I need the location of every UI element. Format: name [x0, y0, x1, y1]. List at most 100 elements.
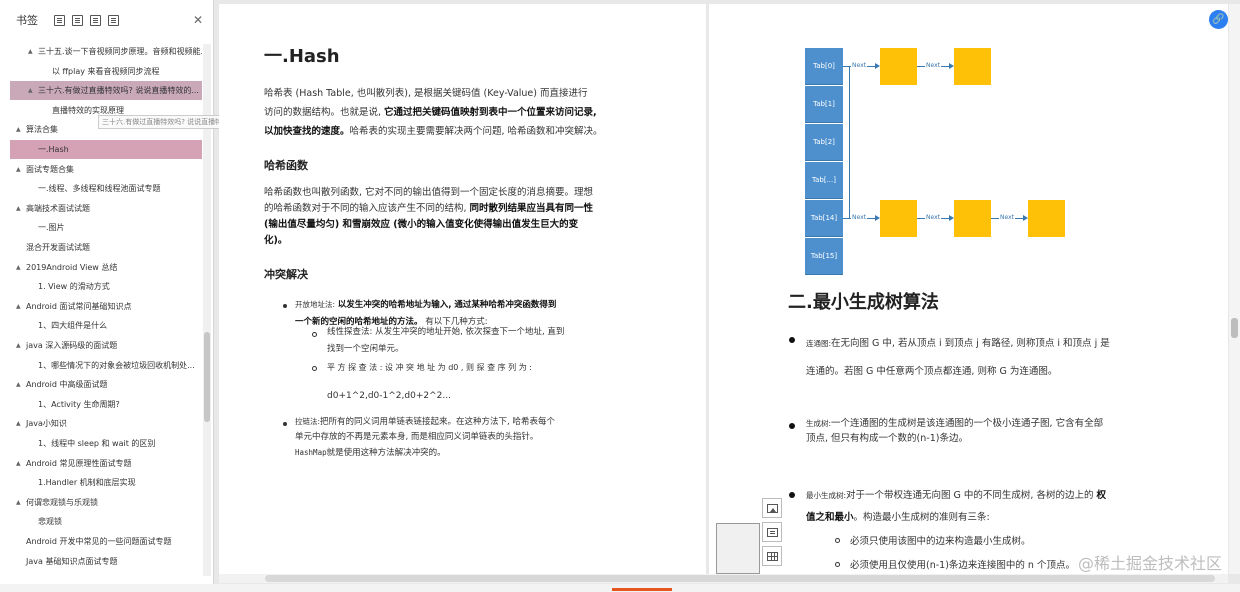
linked-list-node	[954, 48, 991, 85]
bookmark-item[interactable]: 1、哪些情况下的对象会被垃圾回收机制处...	[10, 356, 202, 375]
bookmark-item[interactable]: ▲ java 深入源码级的面试题	[10, 336, 202, 355]
hash-bucket: Tab[0]	[805, 48, 843, 85]
bookmark-label: 悲观锁	[38, 517, 62, 526]
expand-toggle-icon[interactable]: ▲	[28, 81, 33, 100]
bookmark-item[interactable]: ▲ 面试专题合集	[10, 160, 202, 179]
bookmark-item[interactable]: 一.Hash	[10, 140, 202, 159]
bookmark-item[interactable]: 一.线程、多线程和线程池面试专题	[10, 179, 202, 198]
expand-all-icon[interactable]	[54, 14, 65, 26]
mst-item: 最小生成树:对于一个带权连通无向图 G 中的不同生成树, 各树的边上的 权 值之…	[806, 490, 1107, 523]
expand-toggle-icon[interactable]: ▲	[16, 414, 21, 433]
bullet-dot	[283, 422, 287, 426]
bookmark-label: 一.图片	[38, 223, 65, 232]
hash-function-paragraph: 哈希函数也叫散列函数, 它对不同的输出值得到一个固定长度的消息摘要。理想 的哈希…	[264, 187, 594, 246]
link-icon[interactable]: 🔗	[1209, 10, 1228, 29]
bookmark-item[interactable]: 悲观锁	[10, 512, 202, 531]
bookmark-label: 三十六.有做过直播特效吗? 说说直播特效的...	[38, 86, 199, 95]
bookmark-item[interactable]: ▲ 三十五.谈一下音视频同步原理。音频和视频能...	[10, 42, 202, 61]
sidebar-header: 书签	[0, 0, 213, 40]
bookmark-item[interactable]: ▲ 2019Android View 总结	[10, 258, 202, 277]
sidebar-scrollbar-thumb[interactable]	[204, 332, 210, 422]
expand-toggle-icon[interactable]: ▲	[16, 258, 21, 277]
bookmark-item[interactable]: ▲ 何谓悲观锁与乐观锁	[10, 493, 202, 512]
close-icon[interactable]: ✕	[193, 14, 203, 26]
bookmark-item[interactable]: 1.Handler 机制和底层实现	[10, 473, 202, 492]
pdf-page-right: Tab[0] Tab[1] Tab[2] Tab[...] Tab[14] Tab[15]…	[709, 4, 1228, 574]
bookmark-item[interactable]: 一.图片	[10, 218, 202, 237]
bullet-dot	[789, 492, 795, 498]
bookmark-item[interactable]: 以 ffplay 来看音视频同步流程	[10, 62, 202, 81]
vertical-scrollbar[interactable]	[1229, 4, 1240, 574]
bookmark-options-icon[interactable]	[108, 14, 119, 26]
expand-toggle-icon[interactable]: ▲	[16, 199, 21, 218]
bookmark-item[interactable]: ▲ 三十六.有做过直播特效吗? 说说直播特效的...	[10, 81, 202, 100]
bullet-dot	[789, 423, 795, 429]
page-thumbnail[interactable]	[716, 523, 760, 574]
bookmark-label: 1、线程中 sleep 和 wait 的区别	[38, 439, 156, 448]
sub-bullet	[312, 366, 317, 371]
bookmark-item[interactable]: 1、四大组件是什么	[10, 316, 202, 335]
bookmark-item[interactable]: Java 基础知识点面试专题	[10, 552, 202, 571]
bookmark-label: 一.Hash	[38, 145, 69, 154]
bucket-connector	[849, 66, 850, 218]
hash-function-heading: 哈希函数	[264, 159, 308, 172]
bookmark-item[interactable]: Android 开发中常见的一些问题面试专题	[10, 532, 202, 551]
bookmark-item[interactable]: ▲ Java小知识	[10, 414, 202, 433]
pdf-page-left: 一.Hash 哈希表 (Hash Table, 也叫散列表), 是根据关键码值 …	[219, 4, 706, 574]
mst-rule-1: 必须只使用该图中的边来构造最小生成树。	[850, 536, 1031, 547]
bookmark-label: 1.Handler 机制和底层实现	[38, 478, 136, 487]
bookmark-item[interactable]: ▲ Android 常见原理性面试专题	[10, 454, 202, 473]
bookmark-item[interactable]: 1、线程中 sleep 和 wait 的区别	[10, 434, 202, 453]
bullet-dot	[789, 337, 795, 343]
expand-toggle-icon[interactable]: ▲	[16, 454, 21, 473]
bookmark-label: 1、哪些情况下的对象会被垃圾回收机制处...	[38, 361, 195, 370]
bookmark-label: 1、Activity 生命周期?	[38, 400, 120, 409]
bookmark-item[interactable]: 1. View 的滑动方式	[10, 277, 202, 296]
bookmark-label: 何谓悲观锁与乐观锁	[26, 498, 98, 507]
floating-toolbar	[762, 498, 784, 570]
status-progress-accent	[612, 588, 672, 591]
pdf-viewer: 书签 ✕ ▲ 三十五.谈一下音视频同步原理。音频和视频能... 以 ffplay 来…	[0, 0, 1240, 592]
sub-bullet	[835, 538, 840, 543]
insert-image-button[interactable]	[762, 498, 782, 518]
bookmark-label: 面试专题合集	[26, 165, 74, 174]
note-icon	[766, 527, 778, 537]
add-bookmark-icon[interactable]	[90, 14, 101, 26]
expand-toggle-icon[interactable]: ▲	[16, 336, 21, 355]
bookmark-label: Android 开发中常见的一些问题面试专题	[26, 537, 172, 546]
bookmark-item[interactable]: ▲ 高端技术面试试题	[10, 199, 202, 218]
expand-toggle-icon[interactable]: ▲	[16, 297, 21, 316]
hash-bucket: Tab[1]	[805, 86, 843, 123]
bookmark-label: 1、四大组件是什么	[38, 321, 108, 330]
section-heading: 二.最小生成树算法	[788, 292, 939, 313]
add-note-button[interactable]	[762, 522, 782, 542]
bookmark-item[interactable]: ▲ Android 中高级面试题	[10, 375, 202, 394]
hash-bucket: Tab[15]	[805, 238, 843, 275]
bookmark-item[interactable]: 混合开发面试试题	[10, 238, 202, 257]
next-label: Next	[999, 214, 1015, 221]
bookmark-sidebar: 书签 ✕ ▲ 三十五.谈一下音视频同步原理。音频和视频能... 以 ffplay 来…	[0, 0, 214, 588]
collapse-all-icon[interactable]	[72, 14, 83, 26]
insert-table-button[interactable]	[762, 546, 782, 566]
image-icon	[766, 503, 778, 513]
next-label: Next	[925, 62, 941, 69]
bookmark-label: Java 基础知识点面试专题	[26, 557, 118, 566]
expand-toggle-icon[interactable]: ▲	[28, 42, 33, 61]
bookmark-label: 混合开发面试试题	[26, 243, 90, 252]
vertical-scrollbar-thumb[interactable]	[1231, 318, 1238, 338]
bookmark-label: Android 中高级面试题	[26, 380, 108, 389]
collision-heading: 冲突解决	[264, 268, 308, 281]
expand-toggle-icon[interactable]: ▲	[16, 493, 21, 512]
bookmark-label: 2019Android View 总结	[26, 263, 118, 272]
quadratic-sequence: d0+1^2,d0-1^2,d0+2^2...	[327, 391, 451, 401]
expand-toggle-icon[interactable]: ▲	[16, 375, 21, 394]
bookmark-label: 三十五.谈一下音视频同步原理。音频和视频能...	[38, 47, 202, 56]
horizontal-scrollbar-thumb[interactable]	[265, 575, 1215, 582]
sidebar-title: 书签	[16, 14, 38, 27]
expand-toggle-icon[interactable]: ▲	[16, 160, 21, 179]
bookmark-item[interactable]: 1、Activity 生命周期?	[10, 395, 202, 414]
expand-toggle-icon[interactable]: ▲	[16, 120, 21, 139]
watermark: @稀土掘金技术社区	[1078, 554, 1223, 573]
bookmark-item[interactable]: ▲ Android 面试常问基础知识点	[10, 297, 202, 316]
bookmark-label: Java小知识	[26, 419, 67, 428]
